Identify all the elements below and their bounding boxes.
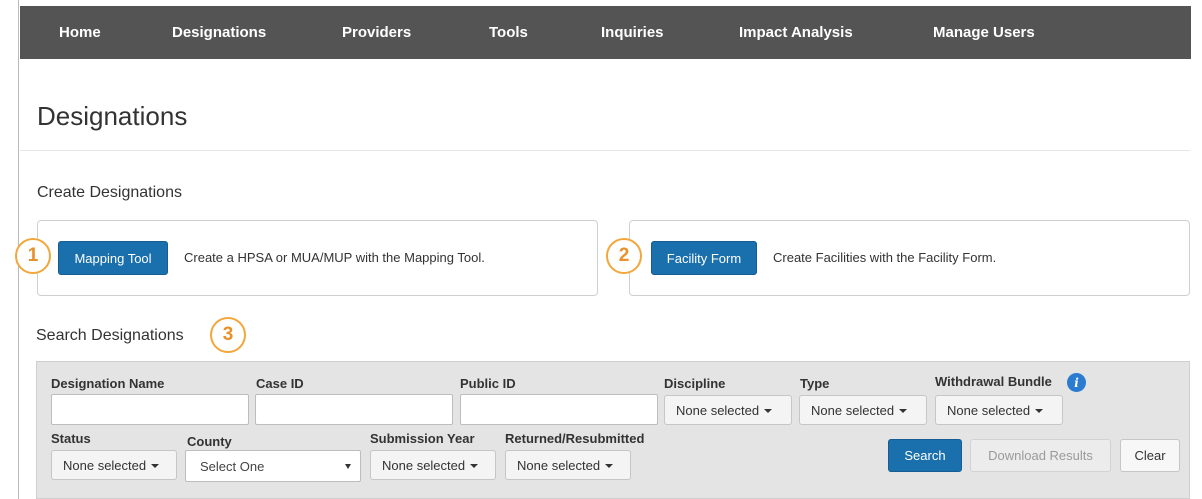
caret-down-icon [470,464,479,468]
label-returned-resubmitted: Returned/Resubmitted [505,431,645,446]
search-button[interactable]: Search [888,439,962,472]
top-nav: Home Designations Providers Tools Inquir… [20,6,1191,59]
returned-resubmitted-value: None selected [517,457,601,473]
create-designations-title: Create Designations [37,184,182,201]
label-public-id: Public ID [460,376,516,391]
status-dropdown[interactable]: None selected [51,450,177,480]
label-status: Status [51,431,91,446]
facility-form-description: Create Facilities with the Facility Form… [773,250,997,265]
divider [20,150,1190,151]
withdrawal-bundle-dropdown[interactable]: None selected [935,395,1063,425]
public-id-input[interactable] [460,394,658,425]
nav-inquiries[interactable]: Inquiries [601,24,664,41]
page-title: Designations [37,101,188,131]
select-arrow-icon [345,464,351,469]
discipline-value: None selected [676,402,760,418]
label-county: County [187,434,232,449]
nav-providers[interactable]: Providers [342,24,411,41]
label-submission-year: Submission Year [370,431,475,446]
nav-manage-users[interactable]: Manage Users [933,24,1035,41]
mapping-tool-button[interactable]: Mapping Tool [58,241,168,275]
label-case-id: Case ID [256,376,304,391]
submission-year-dropdown[interactable]: None selected [370,450,496,480]
search-panel: Designation Name Case ID Public ID Disci… [36,361,1190,499]
county-value: Select One [200,458,265,474]
download-results-button[interactable]: Download Results [970,439,1111,472]
label-withdrawal-bundle: Withdrawal Bundle [935,374,1052,389]
search-designations-title: Search Designations [36,327,184,344]
status-value: None selected [63,457,147,473]
caret-down-icon [151,464,160,468]
clear-button[interactable]: Clear [1120,439,1180,472]
caret-down-icon [605,464,614,468]
info-icon[interactable]: i [1067,373,1086,392]
case-id-input[interactable] [255,394,453,425]
callout-3: 3 [210,317,246,353]
county-select[interactable]: Select One [185,450,361,482]
type-dropdown[interactable]: None selected [799,395,927,425]
discipline-dropdown[interactable]: None selected [664,395,792,425]
nav-impact-analysis[interactable]: Impact Analysis [739,24,853,41]
mapping-tool-description: Create a HPSA or MUA/MUP with the Mappin… [184,250,485,265]
caret-down-icon [764,409,773,413]
withdrawal-bundle-value: None selected [947,402,1031,418]
designation-name-input[interactable] [51,394,249,425]
mapping-tool-panel: Mapping Tool Create a HPSA or MUA/MUP wi… [37,220,598,296]
facility-form-button[interactable]: Facility Form [651,241,757,275]
nav-tools[interactable]: Tools [489,24,528,41]
label-designation-name: Designation Name [51,376,165,391]
returned-resubmitted-dropdown[interactable]: None selected [505,450,631,480]
facility-form-panel: Facility Form Create Facilities with the… [629,220,1190,296]
submission-year-value: None selected [382,457,466,473]
callout-1: 1 [15,238,51,274]
type-value: None selected [811,402,895,418]
caret-down-icon [899,409,908,413]
caret-down-icon [1035,409,1044,413]
nav-designations[interactable]: Designations [172,24,266,41]
callout-2: 2 [606,238,642,274]
label-type: Type [800,376,830,391]
label-discipline: Discipline [664,376,726,391]
nav-home[interactable]: Home [59,24,101,41]
